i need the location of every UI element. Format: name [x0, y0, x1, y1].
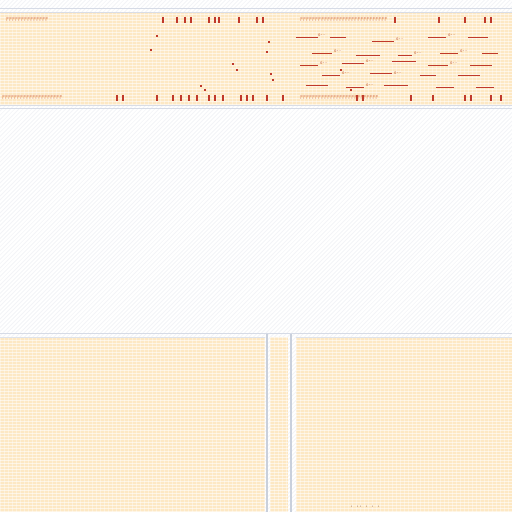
span-line	[322, 75, 340, 76]
span-line	[370, 73, 392, 74]
span-line	[436, 87, 454, 88]
marker-tick	[196, 95, 198, 101]
marker-tick	[222, 95, 224, 101]
marker-tick	[162, 17, 164, 23]
marker-tick	[208, 95, 210, 101]
timeline-panel[interactable]: FFFFFFFFFFFFFF FFFFFFFFFFFFFFFFFFFFFFFFF…	[0, 12, 512, 106]
event-marker	[204, 89, 206, 91]
top-divider	[0, 8, 512, 9]
marker-tick	[176, 17, 178, 23]
marker-tick	[490, 17, 492, 23]
span-line	[356, 55, 380, 56]
marker-tick	[218, 17, 220, 23]
marker-tick	[116, 95, 118, 101]
span-line	[296, 37, 318, 38]
span-line	[440, 53, 458, 54]
marker-tick	[208, 17, 210, 23]
marker-tick	[256, 17, 258, 23]
marker-tick	[184, 17, 186, 23]
tick-row-bottom	[0, 95, 512, 101]
span-label: o--	[460, 48, 468, 53]
span-label: o--	[448, 32, 456, 37]
marker-tick	[266, 95, 268, 101]
marker-tick	[484, 17, 486, 23]
span-label: o--	[342, 70, 350, 75]
span-line	[392, 61, 416, 62]
marker-tick	[246, 95, 248, 101]
span-line	[342, 63, 364, 64]
marker-tick	[432, 95, 434, 101]
span-line	[468, 37, 488, 38]
span-line	[398, 55, 412, 56]
event-marker	[232, 63, 234, 65]
span-label: o--	[396, 36, 404, 41]
event-marker	[268, 41, 270, 43]
span-line	[420, 75, 436, 76]
marker-tick	[214, 95, 216, 101]
span-line	[458, 75, 480, 76]
marker-tick	[470, 95, 472, 101]
span-line	[476, 87, 494, 88]
marker-tick	[356, 95, 358, 101]
marker-tick	[282, 95, 284, 101]
marker-tick	[238, 17, 240, 23]
event-marker	[270, 73, 272, 75]
marker-tick	[394, 17, 396, 23]
marker-tick	[156, 95, 158, 101]
marker-tick	[180, 95, 182, 101]
span-line	[428, 65, 448, 66]
span-label: o--	[450, 60, 458, 65]
marker-tick	[490, 95, 492, 101]
span-line	[372, 41, 394, 42]
span-label: o--	[414, 50, 422, 55]
footer-glyphs: · ·· · · ·	[350, 504, 381, 510]
marker-tick	[172, 95, 174, 101]
span-line	[312, 53, 332, 54]
marker-tick	[500, 95, 502, 101]
span-line	[330, 37, 346, 38]
middle-strip	[270, 337, 288, 512]
marker-tick	[214, 17, 216, 23]
left-content-pane[interactable]	[0, 337, 265, 512]
span-line	[346, 87, 364, 88]
span-line	[470, 65, 492, 66]
marker-tick	[464, 95, 466, 101]
event-marker	[200, 85, 202, 87]
event-marker	[272, 79, 274, 81]
marker-tick	[240, 95, 242, 101]
marker-tick	[190, 17, 192, 23]
span-label: o--	[334, 48, 342, 53]
event-marker	[236, 69, 238, 71]
span-label: o--	[318, 32, 326, 37]
event-marker	[150, 49, 152, 51]
event-marker	[266, 51, 268, 53]
span-line	[306, 85, 328, 86]
event-marker	[350, 89, 352, 91]
timeline-divider	[0, 108, 512, 109]
marker-tick	[410, 95, 412, 101]
span-line	[300, 65, 318, 66]
marker-tick	[252, 95, 254, 101]
marker-tick	[464, 17, 466, 23]
span-label: o--	[394, 70, 402, 75]
lower-divider	[0, 333, 512, 334]
span-line	[482, 53, 498, 54]
right-content-pane[interactable]	[296, 337, 512, 512]
pane-splitter-left[interactable]	[266, 334, 268, 512]
marker-tick	[262, 17, 264, 23]
span-line	[428, 37, 446, 38]
marker-tick	[362, 95, 364, 101]
marker-tick	[188, 95, 190, 101]
span-line	[384, 85, 408, 86]
span-label: o--	[320, 60, 328, 65]
marker-tick	[438, 17, 440, 23]
span-label: o--	[366, 82, 374, 87]
marker-tick	[122, 95, 124, 101]
span-label: o--	[366, 58, 374, 63]
tick-row-top	[0, 17, 512, 23]
pane-splitter-right[interactable]	[290, 334, 292, 512]
event-marker	[156, 35, 158, 37]
viewport: FFFFFFFFFFFFFF FFFFFFFFFFFFFFFFFFFFFFFFF…	[0, 0, 512, 512]
